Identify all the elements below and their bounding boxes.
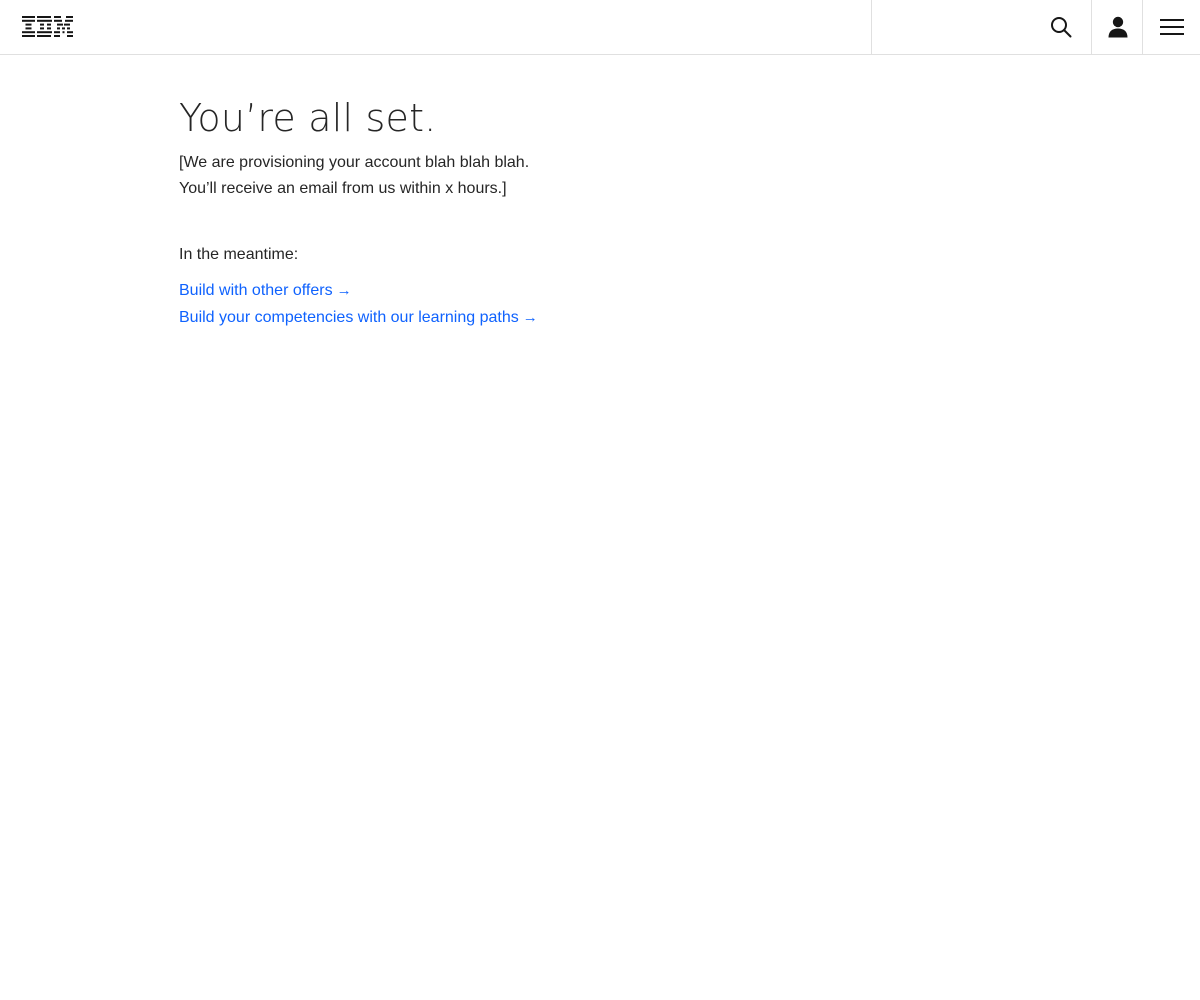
user-icon	[1108, 16, 1127, 38]
arrow-right-icon: →	[336, 282, 352, 299]
description: [We are provisioning your account blah b…	[179, 150, 979, 202]
menu-icon	[1159, 19, 1184, 35]
links-list: Build with other offers → Build your comp…	[179, 277, 979, 331]
description-line: You’ll receive an email from us within x…	[179, 180, 507, 197]
search-button[interactable]	[1030, 0, 1092, 54]
learning-paths-link[interactable]: Build your competencies with our learnin…	[179, 304, 979, 331]
link-label: Build your competencies with our learnin…	[179, 309, 519, 326]
description-line: [We are provisioning your account blah b…	[179, 154, 530, 171]
page-title: You’re all set.	[179, 96, 437, 140]
masthead	[0, 0, 1200, 55]
link-label: Build with other offers	[179, 282, 333, 299]
main-content: You’re all set. [We are provisioning you…	[179, 94, 979, 331]
build-with-other-offers-link[interactable]: Build with other offers →	[179, 277, 979, 304]
arrow-right-icon: →	[522, 309, 538, 326]
search-area	[871, 0, 1092, 54]
ibm-logo[interactable]	[22, 16, 73, 37]
menu-button[interactable]	[1142, 0, 1200, 54]
user-profile-button[interactable]	[1091, 0, 1143, 54]
meantime-label: In the meantime:	[179, 246, 299, 263]
search-icon	[1051, 17, 1072, 38]
ibm-logo-graphic	[22, 16, 73, 37]
